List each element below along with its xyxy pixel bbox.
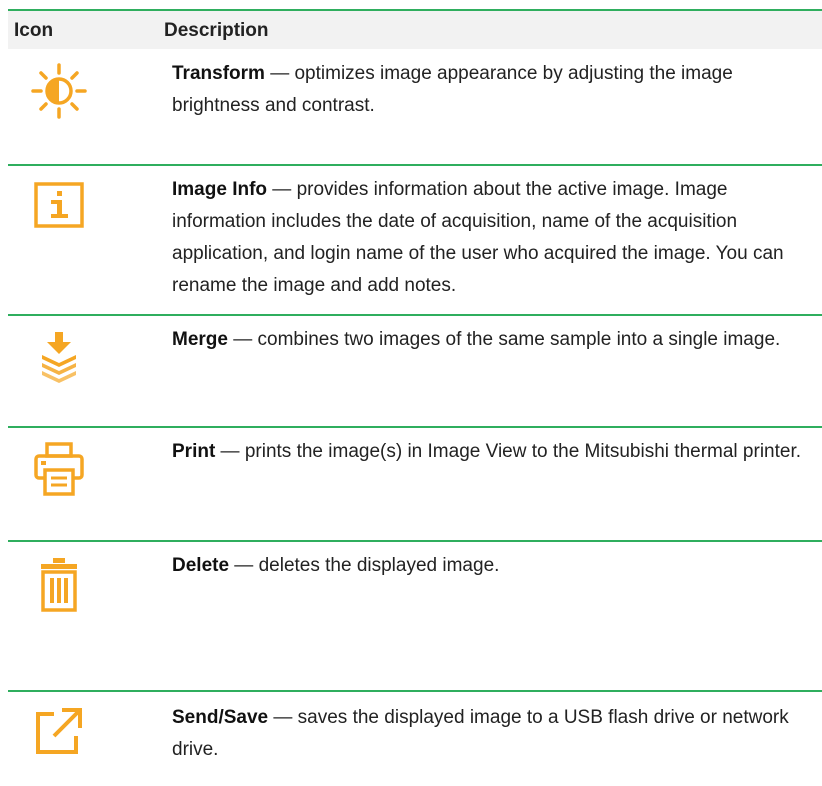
row-text: combines two images of the same sample i… [257, 329, 781, 350]
row-text: prints the image(s) in Image View to the… [244, 441, 802, 462]
table-header: Icon Description [8, 11, 822, 49]
brightness-contrast-icon [30, 62, 88, 120]
row-divider [8, 426, 822, 428]
row-term: Transform [172, 63, 265, 84]
row-description: Transform — optimizes image appearance b… [172, 63, 733, 116]
icon-column-header: Icon [14, 20, 54, 41]
description-column-header: Description [164, 20, 269, 41]
row-divider [8, 690, 822, 692]
export-icon [30, 702, 88, 760]
row-description: Delete — deletes the displayed image. [172, 555, 500, 576]
row-description: Image Info — provides information about … [172, 179, 784, 296]
row-divider [8, 540, 822, 542]
trash-icon [30, 556, 88, 614]
row-description: Merge — combines two images of the same … [172, 329, 781, 350]
row-term: Merge [172, 329, 228, 350]
printer-icon [30, 440, 88, 498]
row-term: Image Info [172, 179, 268, 200]
info-icon [30, 176, 88, 234]
row-term: Delete [172, 555, 230, 576]
row-text: deletes the displayed image. [258, 555, 500, 576]
row-description: Send/Save — saves the displayed image to… [172, 707, 789, 760]
row-divider [8, 314, 822, 316]
row-description: Print — prints the image(s) in Image Vie… [172, 441, 802, 462]
row-term: Print [172, 441, 216, 462]
row-term: Send/Save [172, 707, 269, 728]
merge-layers-icon [30, 330, 88, 388]
row-divider [8, 164, 822, 166]
